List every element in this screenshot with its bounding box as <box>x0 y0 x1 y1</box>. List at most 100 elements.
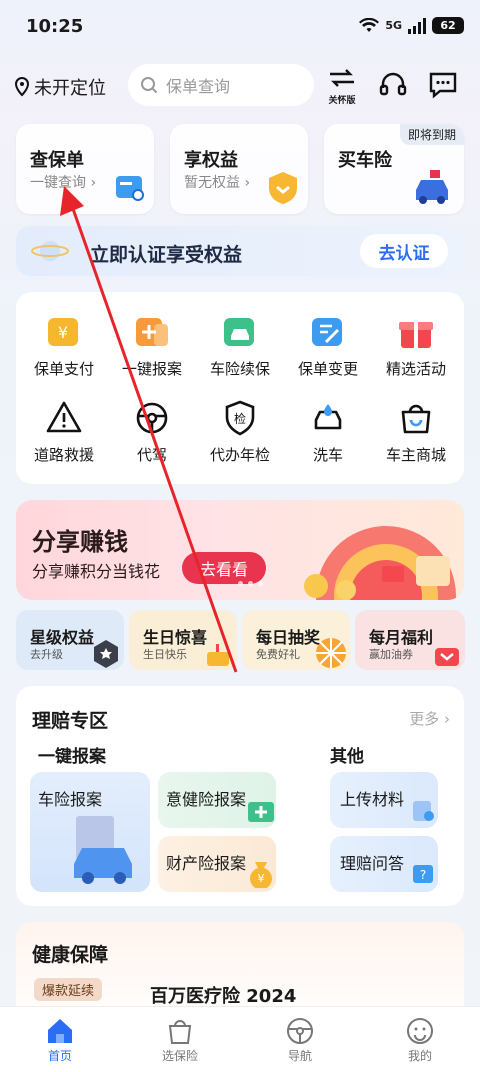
plus-folder-icon <box>132 312 172 352</box>
service-label: 车险续保 <box>209 360 270 378</box>
chip-subtitle: 赢加油券 <box>369 648 413 661</box>
banner-go-button[interactable]: 去看看 <box>182 552 266 584</box>
card-buy-car-insurance[interactable]: 买车险 即将到期 <box>324 124 464 214</box>
policy-search-icon <box>116 176 144 201</box>
service-owner-mall[interactable]: 车主商城 <box>376 398 456 465</box>
tab-home[interactable]: 首页 <box>20 1015 100 1064</box>
card-subtitle: 暂无权益 › <box>184 175 251 191</box>
location-selector[interactable]: 未开定位 <box>14 74 106 100</box>
tile-car-claim[interactable]: 车险报案 <box>30 772 150 892</box>
svg-text:检: 检 <box>234 411 246 426</box>
search-placeholder: 保单查询 <box>166 77 231 96</box>
chip-subtitle: 去升级 <box>30 648 63 661</box>
chip-star-benefits[interactable]: 星级权益 去升级 <box>16 610 124 670</box>
service-label: 车主商城 <box>385 446 446 464</box>
service-road-rescue[interactable]: 道路救援 <box>24 398 104 465</box>
shopping-bag-icon <box>396 398 436 438</box>
money-bag-icon: ¥ <box>250 862 272 888</box>
service-one-click-report[interactable]: 一键报案 <box>112 312 192 379</box>
gift-box-icon <box>435 648 459 666</box>
card-benefits[interactable]: 享权益 暂无权益 › <box>170 124 308 214</box>
service-car-renewal[interactable]: 车险续保 <box>200 312 280 379</box>
tile-label: 上传材料 <box>340 790 405 809</box>
verification-banner[interactable]: 立即认证享受权益 去认证 <box>16 226 464 276</box>
bag-icon <box>168 1020 192 1044</box>
network-label: 5G <box>385 19 402 32</box>
health-title: 健康保障 <box>32 944 109 966</box>
chip-title: 星级权益 <box>30 628 95 647</box>
coins-gift-illustration <box>304 526 456 600</box>
service-policy-change[interactable]: 保单变更 <box>288 312 368 379</box>
chip-subtitle: 免费好礼 <box>256 648 300 661</box>
service-chauffeur[interactable]: 代驾 <box>112 398 192 465</box>
service-label: 精选活动 <box>385 360 446 378</box>
claims-section: 理赔专区 更多 › 一键报案 其他 车险报案 意健险报案 财产险报案 ¥ 上传材… <box>16 686 464 906</box>
claims-more-link[interactable]: 更多 › <box>409 708 450 729</box>
tile-accident-health-claim[interactable]: 意健险报案 <box>158 772 276 828</box>
car-insurance-icon <box>416 170 448 204</box>
card-query-policy[interactable]: 查保单 一键查询 › <box>16 124 154 214</box>
verify-button[interactable]: 去认证 <box>360 234 448 268</box>
claims-title: 理赔专区 <box>32 710 109 732</box>
card-title: 买车险 <box>338 150 392 171</box>
gift-icon <box>396 312 436 352</box>
tile-property-claim[interactable]: 财产险报案 ¥ <box>158 836 276 892</box>
tile-claims-faq[interactable]: 理赔问答 ? <box>330 836 438 892</box>
hot-tag: 爆款延续 <box>34 978 103 1001</box>
tab-label: 首页 <box>47 1049 72 1063</box>
search-icon <box>141 77 158 94</box>
inspection-shield-icon: 检 <box>220 398 260 438</box>
status-time: 10:25 <box>26 16 84 37</box>
wifi-icon <box>359 17 380 32</box>
planet-icon <box>31 241 69 261</box>
care-mode-button[interactable]: 关怀版 <box>324 68 360 106</box>
share-earn-banner[interactable]: 分享赚钱 分享赚积分当钱花 去看看 <box>16 500 464 600</box>
service-label: 代驾 <box>136 446 167 464</box>
car-icon <box>220 312 260 352</box>
tab-choose-insurance[interactable]: 选保险 <box>140 1015 220 1064</box>
home-icon <box>48 1019 72 1043</box>
service-label: 保单支付 <box>33 360 94 378</box>
chip-subtitle: 生日快乐 <box>143 648 187 661</box>
car-wash-icon <box>308 398 348 438</box>
warning-triangle-icon <box>44 398 84 438</box>
battery-icon: 62 <box>432 17 464 34</box>
service-policy-payment[interactable]: ¥ 保单支付 <box>24 312 104 379</box>
messages-button[interactable] <box>428 70 458 104</box>
svg-text:¥: ¥ <box>58 323 68 342</box>
chip-title: 生日惊喜 <box>143 628 208 647</box>
top-bar: 未开定位 保单查询 关怀版 <box>0 62 480 108</box>
signal-icon <box>408 17 426 34</box>
tab-me[interactable]: 我的 <box>380 1015 460 1064</box>
tab-navigation[interactable]: 导航 <box>260 1015 340 1064</box>
customer-service-button[interactable] <box>378 70 408 104</box>
battery-level: 62 <box>440 19 456 32</box>
chip-daily-lottery[interactable]: 每日抽奖 免费好礼 <box>242 610 350 670</box>
service-car-wash[interactable]: 洗车 <box>288 398 368 465</box>
service-label: 保单变更 <box>297 360 358 378</box>
steering-wheel-icon <box>287 1018 313 1044</box>
verification-text: 立即认证享受权益 <box>90 244 243 266</box>
tile-label: 意健险报案 <box>166 790 247 809</box>
tile-upload-materials[interactable]: 上传材料 <box>330 772 438 828</box>
product-title[interactable]: 百万医疗险 2024 <box>150 982 296 1008</box>
chip-monthly-welfare[interactable]: 每月福利 赢加油券 <box>355 610 465 670</box>
tab-label: 我的 <box>407 1049 432 1063</box>
car-claim-illustration <box>74 816 132 884</box>
status-icons: 5G 62 <box>359 17 464 34</box>
tab-label: 选保险 <box>161 1049 198 1063</box>
chip-birthday[interactable]: 生日惊喜 生日快乐 <box>129 610 237 670</box>
star-badge-icon <box>94 640 118 668</box>
quick-report-heading: 一键报案 <box>38 747 106 767</box>
service-featured-events[interactable]: 精选活动 <box>376 312 456 379</box>
other-heading: 其他 <box>330 747 364 767</box>
question-doc-icon: ? <box>413 865 433 883</box>
service-label: 洗车 <box>312 446 343 464</box>
svg-text:¥: ¥ <box>258 872 265 885</box>
bottom-tab-bar: 首页 选保险 导航 我的 <box>0 1006 480 1072</box>
service-annual-inspection[interactable]: 检 代办年检 <box>200 398 280 465</box>
search-input[interactable]: 保单查询 <box>128 64 314 106</box>
services-grid: ¥ 保单支付 一键报案 车险续保 保单变更 精选活动 道路救援 代驾 检 代办年… <box>16 292 464 484</box>
yuan-wallet-icon: ¥ <box>44 312 84 352</box>
chip-title: 每日抽奖 <box>256 628 321 647</box>
